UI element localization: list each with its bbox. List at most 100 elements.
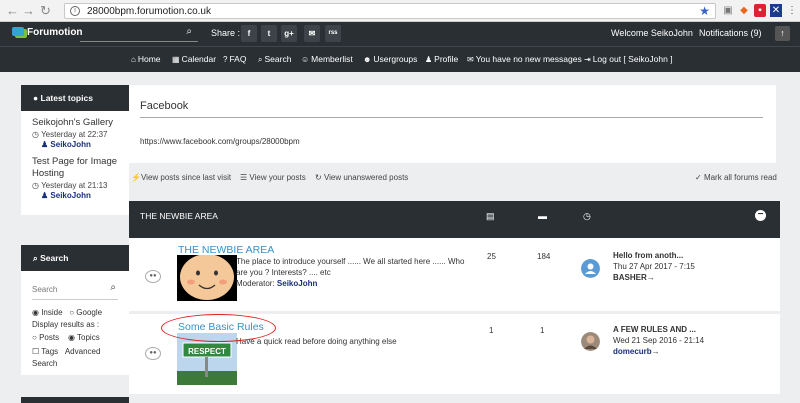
address-bar[interactable]: i 28000bpm.forumotion.co.uk ★: [64, 3, 716, 19]
view-your-posts-link[interactable]: ☰ View your posts: [240, 173, 306, 182]
advanced-search-link[interactable]: Advanced: [65, 347, 101, 356]
nav-search[interactable]: ⌕ Search: [258, 54, 291, 65]
topic-time: ◷ Yesterday at 22:37: [21, 129, 129, 140]
browser-toolbar: ← → ↻ i 28000bpm.forumotion.co.uk ★ ▣ ◆ …: [0, 0, 800, 22]
collapse-icon[interactable]: −: [755, 210, 766, 221]
topic-user[interactable]: ♟ SeikoJohn: [21, 140, 129, 150]
topics-column-icon: ▤: [486, 211, 495, 221]
display-results-label: Display results as :: [32, 320, 100, 329]
logo-text: Forumotion: [27, 27, 83, 38]
last-post-user[interactable]: domecurb: [613, 347, 652, 356]
topic-link[interactable]: Seikojohn's Gallery: [21, 117, 129, 129]
nav-profile-label: Profile: [434, 54, 459, 64]
topic-user-name[interactable]: SeikoJohn: [50, 191, 90, 200]
nav-memberlist-label: Memberlist: [311, 54, 353, 64]
nav-calendar[interactable]: ▦ Calendar: [172, 54, 216, 64]
topics-count: 1: [489, 326, 494, 335]
next-widget-header: [21, 397, 129, 403]
question-icon: ?: [223, 55, 228, 64]
topic-user[interactable]: ♟ SeikoJohn: [21, 191, 129, 201]
last-post-title[interactable]: A FEW RULES AND ...: [613, 324, 704, 335]
view-since-last-visit-link[interactable]: ⚡View posts since last visit: [131, 173, 231, 182]
topic-link[interactable]: Test Page for Image Hosting: [21, 156, 129, 180]
forum-description: The place to introduce yourself ...... W…: [236, 257, 465, 277]
radio-inside[interactable]: ◉: [32, 308, 41, 317]
forum-face-image: [177, 255, 237, 301]
facebook-share-button[interactable]: f: [241, 25, 257, 42]
last-post-user[interactable]: BASHER: [613, 273, 647, 282]
email-share-button[interactable]: ✉: [304, 25, 320, 42]
nav-messages[interactable]: ✉ You have no new messages: [467, 54, 582, 64]
moderator-link[interactable]: SeikoJohn: [277, 279, 317, 288]
topic-user-name[interactable]: SeikoJohn: [50, 140, 90, 149]
message-icon: ✉: [467, 55, 474, 64]
radio-posts[interactable]: ○: [32, 333, 39, 342]
arrow-right-icon[interactable]: →: [652, 347, 660, 356]
nav-home[interactable]: ⌂ Home: [131, 54, 161, 64]
welcome-text[interactable]: Welcome SeikoJohn: [611, 28, 693, 38]
radio-topics[interactable]: ◉: [68, 333, 77, 342]
scroll-up-icon[interactable]: ↑: [775, 26, 790, 41]
last-post-date: Thu 27 Apr 2017 - 7:15: [613, 262, 695, 271]
search-link[interactable]: Search: [32, 358, 129, 370]
last-post-date: Wed 21 Sep 2016 - 21:14: [613, 336, 705, 345]
forumotion-logo[interactable]: Forumotion: [12, 27, 83, 38]
refresh-icon: ↻: [315, 173, 324, 182]
twitter-share-button[interactable]: t: [261, 25, 277, 42]
search-header: ⌕ Search: [21, 245, 129, 271]
since-last-label: View posts since last visit: [140, 173, 232, 182]
nav-faq[interactable]: ? FAQ: [223, 54, 246, 64]
rss-share-button[interactable]: rss: [325, 25, 341, 42]
extension-icon[interactable]: ▣: [722, 4, 734, 17]
google-share-button[interactable]: g+: [281, 25, 297, 42]
back-icon[interactable]: ←: [6, 3, 19, 19]
topbar-search-input[interactable]: ⌕: [80, 26, 198, 42]
menu-icon[interactable]: ⋮: [786, 4, 798, 17]
avatar[interactable]: [581, 332, 600, 351]
reload-icon[interactable]: ↻: [40, 3, 51, 19]
groups-icon: ☻: [363, 55, 372, 64]
search-placeholder: Search: [32, 285, 58, 294]
sidebar-search-input[interactable]: Search ⌕: [32, 282, 118, 300]
unanswered-label: View unanswered posts: [323, 173, 409, 182]
forum-row: ●● THE NEWBIE AREA The place to introduc…: [129, 238, 780, 311]
clock-column-icon: ◷: [583, 211, 591, 221]
bookmark-star-icon[interactable]: ★: [699, 4, 710, 18]
nav-usergroups[interactable]: ☻ Usergroups: [363, 54, 417, 64]
facebook-url[interactable]: https://www.facebook.com/groups/28000bpm: [140, 137, 300, 146]
main-navbar: ⌂ Home ▦ Calendar ? FAQ ⌕ Search ☺ Memberlist…: [0, 46, 800, 72]
mark-all-read-link[interactable]: ✓ Mark all forums read: [695, 173, 777, 182]
nav-home-label: Home: [137, 54, 161, 64]
red-extension-icon[interactable]: ▪: [754, 4, 766, 17]
forward-icon[interactable]: →: [22, 3, 35, 19]
radio-topics-label: Topics: [77, 333, 100, 342]
search-icon: ⌕: [258, 55, 263, 64]
nav-profile[interactable]: ♟ Profile: [425, 54, 458, 64]
last-post: Hello from anoth... Thu 27 Apr 2017 - 7:…: [613, 250, 695, 283]
view-unanswered-link[interactable]: ↻ View unanswered posts: [315, 173, 408, 182]
nav-messages-label: You have no new messages: [475, 54, 582, 64]
forum-description: Have a quick read before doing anything …: [236, 337, 397, 346]
your-posts-label: View your posts: [249, 173, 306, 182]
last-post-title[interactable]: Hello from anoth...: [613, 250, 695, 261]
flag-extension-icon[interactable]: ✕: [770, 4, 782, 17]
chat-logo-icon: [12, 27, 24, 36]
fire-extension-icon[interactable]: ◆: [738, 4, 750, 17]
facebook-title: Facebook: [140, 100, 189, 112]
category-title[interactable]: THE NEWBIE AREA: [140, 211, 218, 221]
avatar[interactable]: [581, 259, 600, 278]
info-icon[interactable]: i: [70, 6, 80, 16]
search-icon[interactable]: ⌕: [110, 282, 116, 293]
tags-checkbox[interactable]: ☐: [32, 347, 41, 356]
nav-faq-label: FAQ: [229, 54, 247, 64]
notifications-button[interactable]: Notifications (9): [699, 28, 762, 38]
arrow-right-icon[interactable]: →: [647, 273, 655, 282]
nav-memberlist[interactable]: ☺ Memberlist: [301, 54, 353, 64]
radio-inside-label: Inside: [41, 308, 63, 317]
facebook-box: Facebook https://www.facebook.com/groups…: [129, 85, 776, 163]
topic-time-text: Yesterday at 22:37: [41, 130, 108, 139]
nav-logout[interactable]: ⇥ Log out [ SeikoJohn ]: [584, 54, 673, 64]
respect-sign-text: RESPECT: [188, 347, 226, 356]
search-icon[interactable]: ⌕: [186, 26, 192, 37]
posts-icon: ☰: [240, 173, 250, 182]
